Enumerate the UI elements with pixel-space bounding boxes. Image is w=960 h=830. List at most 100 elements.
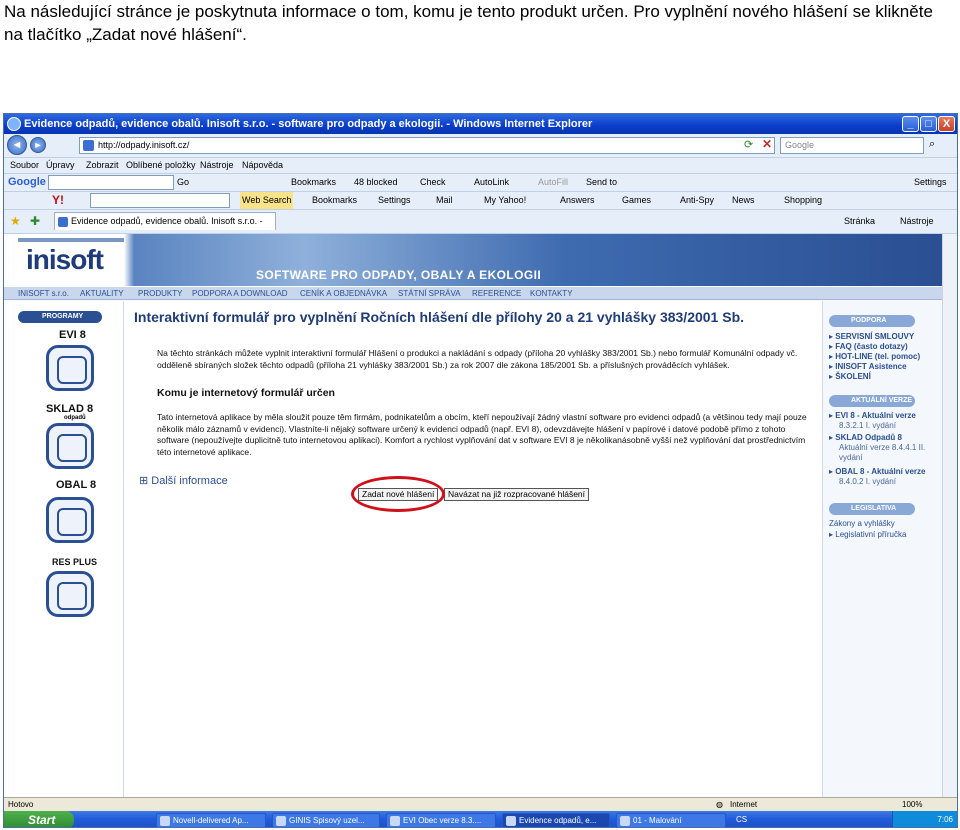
autofill-button[interactable]: AutoFill [538,174,568,191]
link-legislativni-prirucka[interactable]: ▸ Legislativní příručka [829,530,906,540]
minimize-button[interactable]: _ [902,116,919,132]
link-asistence[interactable]: ▸ INISOFT Asistence [829,362,907,372]
site-menu-reference[interactable]: REFERENCE [472,287,521,300]
link-sklad8-version[interactable]: ▸ SKLAD Odpadů 8 [829,433,902,443]
evi8-icon[interactable] [46,345,94,391]
legislativa-header: LEGISLATIVA [829,503,915,515]
google-toolbar: Google Go Bookmarks 48 blocked Check Aut… [4,174,957,192]
shopping-button[interactable]: Shopping [784,192,822,209]
sendto-button[interactable]: Send to [586,174,617,191]
continue-report-button[interactable]: Navázat na již rozpracované hlášení [444,488,590,501]
google-settings-button[interactable]: Settings [914,174,947,191]
zone-globe-icon: ◍ [716,800,723,809]
site-menu-inisoft[interactable]: INISOFT s.r.o. [18,287,69,300]
task-ie-active[interactable]: Evidence odpadů, e... [502,813,610,827]
link-evi8-version[interactable]: ▸ EVI 8 - Aktuální verze [829,411,916,421]
product-obal8-label[interactable]: OBAL 8 [56,479,96,491]
task-novell[interactable]: Novell-delivered Ap... [156,813,266,827]
mail-button[interactable]: Mail [436,192,453,209]
evi8-version-detail: 8.3.2.1 I. vydání [839,421,896,430]
search-input[interactable]: Google [780,137,924,154]
antispy-button[interactable]: Anti-Spy [680,192,714,209]
refresh-icon[interactable]: ⟳ [744,138,753,151]
versions-header: AKTUÁLNÍ VERZE [829,395,915,407]
site-menu-aktuality[interactable]: AKTUALITY [80,287,124,300]
zoom-level[interactable]: 100% [902,798,922,811]
popup-blocked-button[interactable]: 48 blocked [354,174,398,191]
yahoo-bookmarks-button[interactable]: Bookmarks [312,192,357,209]
task-app-icon [160,816,170,826]
task-paint[interactable]: 01 - Malování [616,813,726,827]
google-go-button[interactable]: Go [177,174,189,191]
menu-oblibene[interactable]: Oblíbené položky [126,158,196,173]
more-info-link[interactable]: ⊞ Další informace [139,474,228,487]
task-app-icon [506,816,516,826]
yahoo-settings-button[interactable]: Settings [378,192,411,209]
link-skoleni[interactable]: ▸ ŠKOLENÍ [829,372,871,382]
websearch-button[interactable]: Web Search [240,192,294,209]
sklad-sub-label: odpadů [64,415,86,421]
start-button[interactable]: Start [4,811,74,827]
search-icon[interactable]: ⌕ [929,138,935,151]
maximize-button[interactable]: □ [920,116,937,132]
bookmarks-button[interactable]: Bookmarks [291,174,336,191]
link-obal8-version[interactable]: ▸ OBAL 8 - Aktuální verze [829,467,926,477]
product-sklad8-label[interactable]: SKLAD 8 [46,403,93,415]
inisoft-logo[interactable]: inisoft [26,244,104,276]
link-hotline[interactable]: ▸ HOT-LINE (tel. pomoc) [829,352,920,362]
status-bar: Hotovo ◍ Internet 100% [4,797,957,811]
page-title: Interaktivní formulář pro vyplnění Roční… [134,309,745,325]
answers-button[interactable]: Answers [560,192,595,209]
task-evi-obec[interactable]: EVI Obec verze 8.3.... [386,813,496,827]
task-app-icon [620,816,630,826]
site-menu-statni-sprava[interactable]: STÁTNÍ SPRÁVA [398,287,461,300]
site-menu-podpora[interactable]: PODPORA A DOWNLOAD [192,287,288,300]
back-button[interactable]: ◄ [7,135,27,155]
page-menu[interactable]: Stránka [844,210,875,232]
forward-button[interactable]: ► [30,137,46,153]
favorites-star-icon[interactable]: ★ [10,210,21,232]
product-evi8-label[interactable]: EVI 8 [59,329,86,341]
stop-icon[interactable]: ✕ [762,137,772,151]
menu-upravy[interactable]: Úpravy [46,158,75,173]
banner-slogan: SOFTWARE PRO ODPADY, OBALY A EKOLOGII [256,268,542,282]
page-icon [83,140,94,151]
tab-bar: ★ ✚ Evidence odpadů, evidence obalů. Ini… [4,210,957,243]
address-input[interactable]: http://odpady.inisoft.cz/ [79,137,775,154]
obal8-icon[interactable] [46,497,94,543]
menu-nastroje[interactable]: Nástroje [200,158,234,173]
link-zakony[interactable]: Zákony a vyhlášky [829,519,895,529]
sklad8-icon[interactable] [46,423,94,469]
intro-paragraph: Na těchto stránkách můžete vyplnit inter… [157,348,798,370]
yahoo-search-input[interactable] [90,193,230,208]
right-sidebar: PODPORA ▸ SERVISNÍ SMLOUVY ▸ FAQ (často … [822,301,942,797]
expand-icon: ⊞ [139,475,149,487]
google-search-input[interactable] [48,175,174,190]
site-menu-cenik[interactable]: CENÍK A OBJEDNÁVKA [300,287,387,300]
add-favorite-icon[interactable]: ✚ [30,210,40,232]
clock: 7:06 [937,815,953,824]
menu-soubor[interactable]: Soubor [10,158,39,173]
language-indicator[interactable]: CS [736,815,747,824]
myyahoo-button[interactable]: My Yahoo! [484,192,526,209]
spellcheck-button[interactable]: Check [420,174,446,191]
link-servisni-smlouvy[interactable]: ▸ SERVISNÍ SMLOUVY [829,332,914,342]
more-info-label: Další informace [151,475,228,487]
tools-menu[interactable]: Nástroje [900,210,934,232]
games-button[interactable]: Games [622,192,651,209]
window-titlebar: Evidence odpadů, evidence obalů. Inisoft… [4,114,957,134]
news-button[interactable]: News [732,192,755,209]
menu-napoveda[interactable]: Nápověda [242,158,283,173]
menu-zobrazit[interactable]: Zobrazit [86,158,119,173]
left-sidebar: PROGRAMY EVI 8 SKLAD 8 odpadů OBAL 8 RES… [4,301,124,797]
task-ginis[interactable]: GINIS Spisový uzel... [272,813,380,827]
autolink-button[interactable]: AutoLink [474,174,509,191]
product-resplus-label[interactable]: RES PLUS [52,557,97,567]
vertical-scrollbar[interactable] [942,234,957,797]
browser-tab[interactable]: Evidence odpadů, evidence obalů. Inisoft… [54,212,276,243]
link-faq[interactable]: ▸ FAQ (často dotazy) [829,342,908,352]
close-button[interactable]: X [938,116,955,132]
site-menu-produkty[interactable]: PRODUKTY [138,287,182,300]
resplus-icon[interactable] [46,571,94,617]
site-menu-kontakty[interactable]: KONTAKTY [530,287,573,300]
